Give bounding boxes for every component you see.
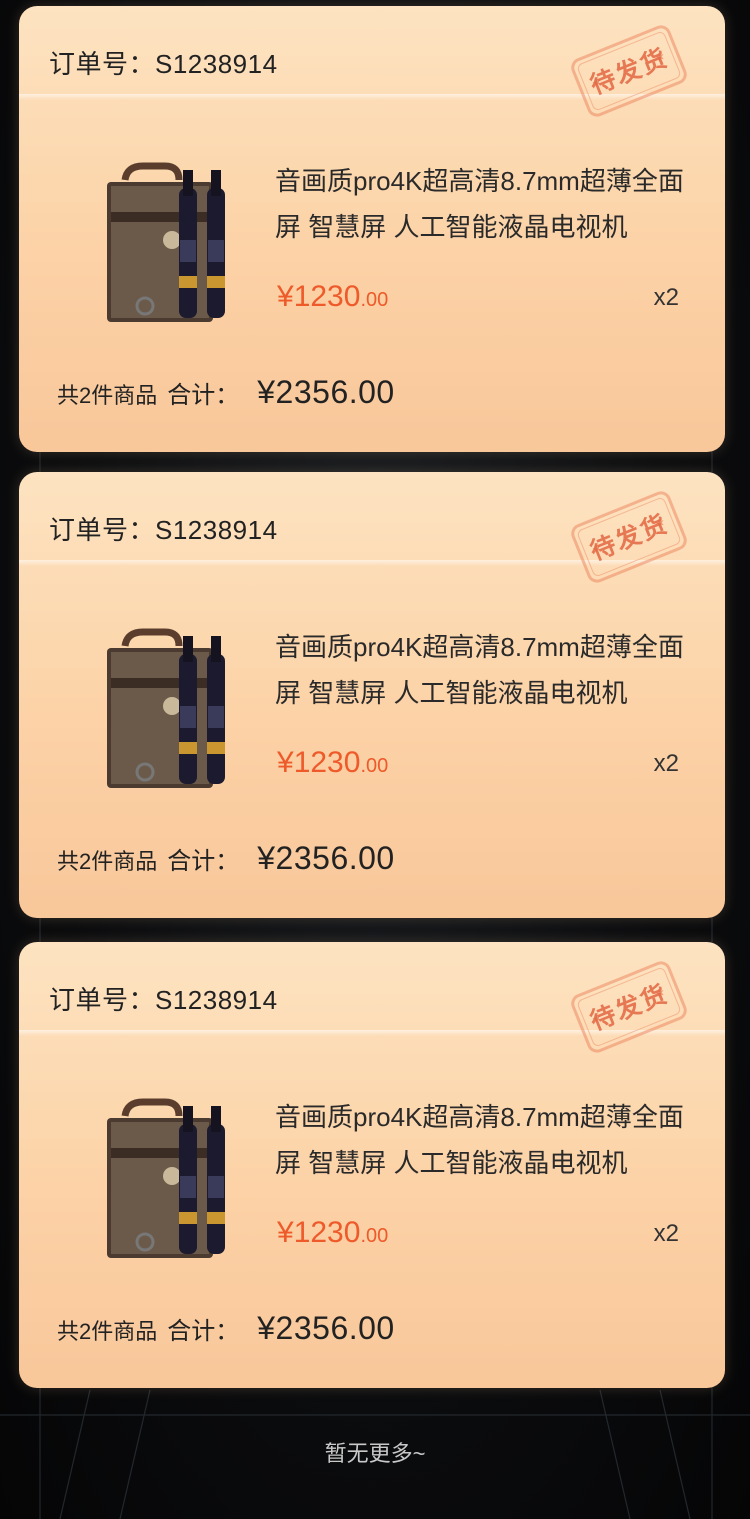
pending-shipment-stamp: ★ ★ 待发货: [560, 13, 699, 130]
total-amount: ¥2356.00: [257, 1310, 395, 1346]
unit-price: ¥1230.00: [277, 1216, 389, 1249]
total-label: 合计：: [167, 382, 240, 409]
order-total-row: 共2件商品 合计： ¥2356.00: [57, 840, 395, 877]
order-total-row: 共2件商品 合计： ¥2356.00: [57, 1310, 395, 1347]
total-label: 合计：: [167, 1318, 240, 1345]
product-title[interactable]: 音画质pro4K超高清8.7mm超薄全面屏 智慧屏 人工智能液晶电视机: [275, 1094, 705, 1186]
order-card[interactable]: 订单号：S1238914 ★ ★ 待发货 音画质pro4K超高清8.7mm超薄全…: [19, 942, 725, 1388]
item-count: 共2件商品: [57, 849, 158, 874]
pending-shipment-stamp: ★ ★ 待发货: [560, 949, 699, 1066]
order-total-row: 共2件商品 合计： ¥2356.00: [57, 374, 395, 411]
total-amount: ¥2356.00: [257, 374, 395, 410]
total-label: 合计：: [167, 848, 240, 875]
item-count: 共2件商品: [57, 383, 158, 408]
product-image-wine-gift-box[interactable]: [87, 158, 237, 328]
item-count: 共2件商品: [57, 1319, 158, 1344]
quantity: x2: [653, 1220, 679, 1247]
unit-price: ¥1230.00: [277, 746, 389, 779]
product-image-wine-gift-box[interactable]: [87, 1094, 237, 1264]
quantity: x2: [653, 284, 679, 311]
no-more-text: 暂无更多~: [324, 1441, 426, 1466]
order-number: 订单号：S1238914: [49, 985, 278, 1015]
product-image-wine-gift-box[interactable]: [87, 624, 237, 794]
pending-shipment-stamp: ★ ★ 待发货: [560, 479, 699, 596]
product-title[interactable]: 音画质pro4K超高清8.7mm超薄全面屏 智慧屏 人工智能液晶电视机: [275, 624, 705, 716]
total-amount: ¥2356.00: [257, 840, 395, 876]
order-card[interactable]: 订单号：S1238914 ★ ★ 待发货 音画质pro4K超高清8.7mm超薄全…: [19, 472, 725, 918]
order-card[interactable]: 订单号：S1238914 ★ ★ 待发货 音画质pro4K超高清8.7mm超薄全…: [19, 6, 725, 452]
unit-price: ¥1230.00: [277, 280, 389, 313]
order-number: 订单号：S1238914: [49, 49, 278, 79]
product-title[interactable]: 音画质pro4K超高清8.7mm超薄全面屏 智慧屏 人工智能液晶电视机: [275, 158, 705, 250]
order-number: 订单号：S1238914: [49, 515, 278, 545]
quantity: x2: [653, 750, 679, 777]
